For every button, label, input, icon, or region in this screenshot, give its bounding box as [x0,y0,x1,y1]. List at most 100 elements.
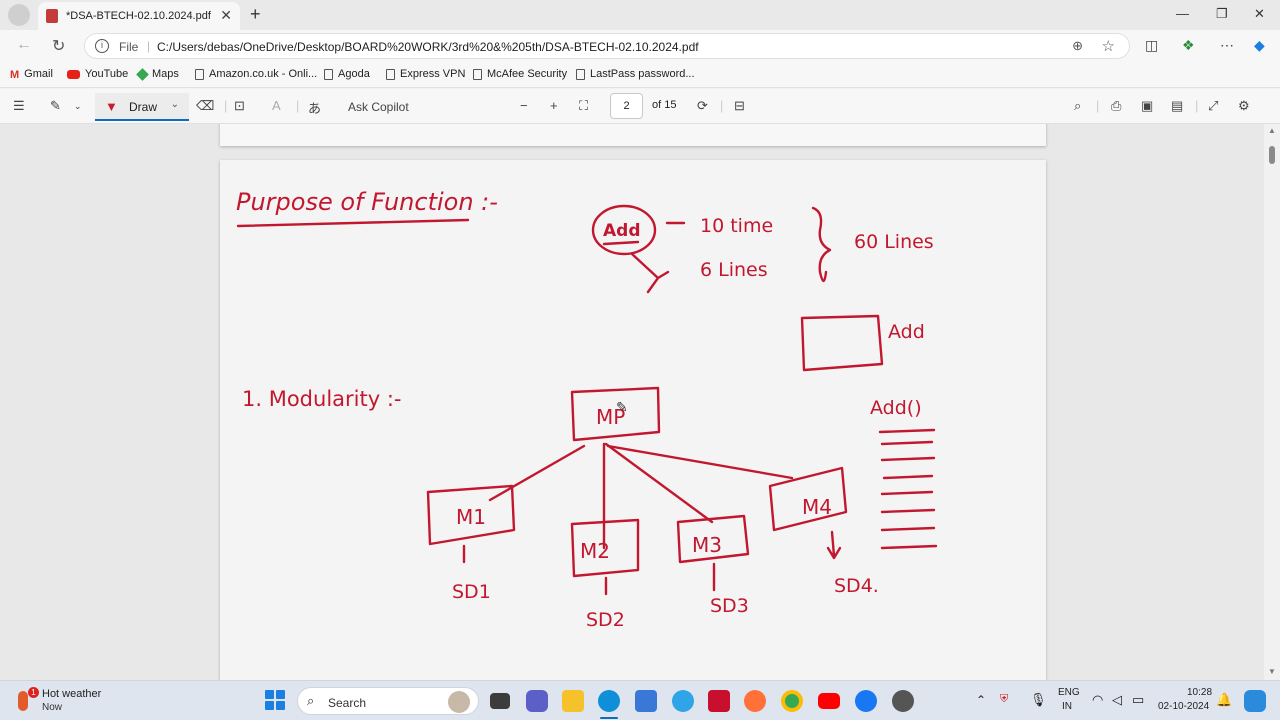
split-screen-icon[interactable]: ◫ [1145,37,1158,54]
bookmark-maps[interactable]: Maps [136,67,179,81]
bookmark-label: Express VPN [400,68,466,80]
favorite-star-icon[interactable]: ☆ [1102,37,1115,55]
line-to-m1 [488,444,586,502]
bookmark-expressvpn[interactable]: Express VPN [386,68,465,80]
modularity-text: 1. Modularity :- [242,387,401,411]
contents-list-icon[interactable]: ☰ [13,98,25,114]
gmail-icon: M [10,68,20,81]
language-bottom[interactable]: IN [1062,701,1072,712]
start-button[interactable] [265,690,285,710]
teams-icon[interactable] [526,690,548,712]
file-explorer-icon[interactable] [562,690,584,712]
bookmark-label: YouTube [85,68,129,80]
mcafee-icon[interactable] [708,690,730,712]
search-icon[interactable]: ⌕ [1074,98,1081,114]
translate-icon[interactable]: あ [308,98,321,117]
minimize-button[interactable]: — [1176,6,1189,21]
chrome-icon[interactable] [781,690,803,712]
wifi-icon[interactable]: ◠ [1092,692,1103,708]
youtube-app-icon[interactable] [818,693,840,709]
bookmarks-bar: M Gmail YouTube Maps Amazon.co.uk - Onli… [0,62,1280,88]
rotate-icon[interactable]: ⟳ [697,98,708,114]
bookmark-mcafee[interactable]: McAfee Security [473,68,567,80]
settings-gear-icon[interactable]: ⚙ [1238,98,1250,114]
ask-copilot-button[interactable]: Ask Copilot [348,100,409,114]
firefox-icon[interactable] [744,690,766,712]
close-window-button[interactable]: ✕ [1254,6,1265,22]
page-number-input[interactable]: 2 [610,93,643,119]
page-icon [473,68,482,80]
facebook-icon[interactable] [855,690,877,712]
more-menu-icon[interactable]: ⋯ [1220,37,1234,54]
close-tab-icon[interactable]: ✕ [220,7,232,24]
restore-button[interactable]: ❐ [1216,6,1228,22]
zoom-in-icon[interactable]: + [550,98,558,113]
new-tab-button[interactable]: + [250,4,261,25]
zoom-icon[interactable]: ⊕ [1072,38,1083,54]
toolbar-divider: | [1096,98,1100,113]
draw-button[interactable]: ▼ Draw ⌄ [95,93,189,121]
add-text-icon[interactable]: ⊡ [234,98,245,114]
handwritten-notes: Purpose of Function :- Add 10 time 6 Lin… [236,188,938,631]
weather-app-icon[interactable] [672,690,694,712]
fit-page-icon[interactable]: ⛶ [579,98,588,114]
print-icon[interactable]: ⎙ [1111,98,1121,114]
volume-icon[interactable]: ◁ [1112,692,1122,708]
taskbar-search[interactable]: ⌕ Search [297,687,479,715]
fullscreen-icon[interactable]: ⤢ [1208,98,1218,114]
add-underline [602,240,640,246]
chevron-down-icon[interactable]: ⌄ [171,99,179,110]
vertical-scrollbar[interactable]: ▲ ▼ [1264,124,1280,680]
battery-icon[interactable]: ▭ [1132,692,1144,708]
address-bar[interactable]: i File | C:/Users/debas/OneDrive/Desktop… [84,33,1130,59]
bookmark-youtube[interactable]: YouTube [67,68,128,80]
browser-tab[interactable]: *DSA-BTECH-02.10.2024.pdf ✕ [38,2,240,30]
weather-widget[interactable]: 1 Hot weather Now [18,687,138,715]
toolbar-divider: | [296,98,300,113]
defender-icon[interactable]: ⛨ [1000,693,1008,706]
highlight-icon[interactable]: ✎ [50,98,61,114]
extensions-icon[interactable]: ❖ [1182,37,1195,54]
save-as-icon[interactable]: ▤ [1171,98,1183,114]
bookmark-amazon[interactable]: Amazon.co.uk - Onli... [195,68,317,80]
back-icon[interactable]: ← [16,36,32,54]
profile-avatar-icon[interactable] [8,4,30,26]
bookmark-label: Amazon.co.uk - Onli... [209,68,318,80]
language-top[interactable]: ENG [1058,687,1080,698]
active-app-indicator [600,717,618,719]
search-label: Search [328,696,367,710]
ten-time-text: 10 time [700,215,773,237]
scroll-up-icon[interactable]: ▲ [1268,126,1276,135]
pdf-file-icon [46,9,58,23]
copilot-app-icon[interactable] [1244,690,1266,712]
bookmark-label: LastPass password... [590,68,695,80]
bookmark-lastpass[interactable]: LastPass password... [576,68,695,80]
highlight-chevron-icon[interactable]: ⌄ [74,101,82,112]
navigation-bar: ← ↻ i File | C:/Users/debas/OneDrive/Des… [0,30,1280,62]
refresh-icon[interactable]: ↻ [52,36,65,56]
eraser-icon[interactable]: ⌫ [196,98,214,114]
page-view-icon[interactable]: ⊟ [734,98,745,114]
bookmark-agoda[interactable]: Agoda [324,68,370,80]
zoom-out-icon[interactable]: − [520,98,528,113]
copilot-icon[interactable]: ◆ [1254,37,1265,54]
task-view-icon[interactable] [490,693,510,709]
sixty-lines-text: 60 Lines [854,231,934,253]
sd-arrow-4 [826,530,842,560]
bookmark-gmail[interactable]: M Gmail [10,68,53,81]
scrollbar-thumb[interactable] [1269,146,1275,164]
info-icon[interactable]: i [95,39,109,53]
chevron-up-icon[interactable]: ⌃ [976,693,986,707]
scroll-down-icon[interactable]: ▼ [1268,667,1276,676]
notification-bell-icon[interactable]: 🔔 [1216,692,1232,708]
youtube-icon [67,69,80,79]
url-text[interactable]: C:/Users/debas/OneDrive/Desktop/BOARD%20… [157,40,699,54]
store-icon[interactable] [635,690,657,712]
clock-date[interactable]: 02-10-2024 [1158,701,1209,712]
clock-time[interactable]: 10:28 [1187,687,1212,698]
read-aloud-icon[interactable]: A [272,98,281,113]
obs-icon[interactable] [892,690,914,712]
edge-icon[interactable] [598,690,620,712]
save-icon[interactable]: ▣ [1141,98,1153,114]
microphone-icon[interactable]: 🎙 [1030,692,1047,708]
